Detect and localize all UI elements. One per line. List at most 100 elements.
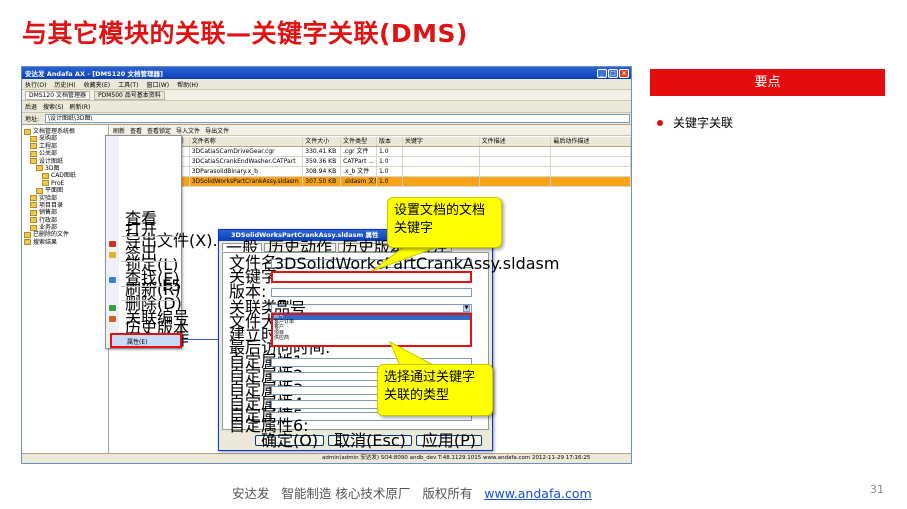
tree-node[interactable]: ProE [24, 180, 106, 187]
table-row[interactable]: ▤ 1 3DCatiaSCamDriveGear.cgr 330.41 KB .… [110, 147, 631, 157]
properties-dialog: 3DSolidWorksPartCrankAssy.sldasm 属性 一般 历… [218, 229, 559, 451]
chevron-down-icon[interactable]: ▼ [463, 305, 470, 312]
close-icon[interactable]: × [619, 68, 629, 78]
tree-node[interactable]: 文档管理系统根 [24, 128, 106, 135]
table-row[interactable]: ▤ 1 3DParasolidBinary.x_b 308.94 KB .x_b… [110, 167, 631, 177]
tree-node[interactable]: 已删除的文件 [24, 231, 106, 238]
tree-node[interactable]: 实验部 [24, 195, 106, 202]
cell-size: 359.36 KB [303, 157, 342, 166]
minimize-icon[interactable]: _ [597, 68, 607, 78]
window-titlebar: 安达发 Andafa AX - [DMS120 文档管理器] _ □ × [22, 67, 631, 79]
doc-tabbar: DMS120 文档管理器 PDM500 品号基本资料 [22, 90, 631, 101]
table-row[interactable]: ▤ 1 3DCatiaSCrankEndWasher.CATPart 359.3… [110, 157, 631, 167]
maximize-icon[interactable]: □ [608, 68, 618, 78]
page-number: 31 [870, 483, 884, 496]
refresh-button[interactable]: 刷新 [113, 126, 125, 135]
cell-type: .cgr 文件 [341, 147, 377, 156]
cell-size: 330.41 KB [303, 147, 342, 156]
column-header[interactable]: 文件名称 [190, 137, 304, 146]
menu-item[interactable]: 历史(H) [54, 80, 75, 89]
callout-keyword: 设置文档的文档关键字 [387, 197, 502, 248]
cell-type: .x_b 文件 [341, 167, 377, 176]
column-header[interactable]: 文件大小 [303, 137, 342, 146]
cell-name: 3DSolidWorksPartCrankAssy.sldasm [190, 177, 304, 186]
tree-node[interactable]: 采购部 [24, 135, 106, 142]
tab-dms120[interactable]: DMS120 文档管理器 [25, 90, 90, 100]
grid-header: 来源 动作 图标 修订号 文件名称 文件大小 文件类型 版本 关键字 文件描述 … [110, 137, 631, 147]
tree-node[interactable]: 搜索结果 [24, 239, 106, 246]
menu-item[interactable]: 收藏夹(E) [84, 80, 110, 89]
keyword-field[interactable] [271, 271, 472, 283]
cell-name: 3DCatiaSCrankEndWasher.CATPart [190, 157, 304, 166]
bullet-icon [657, 119, 663, 126]
address-label: 地址: [25, 116, 40, 123]
file-toolbar: 刷新 查看 查看锁定 导入文件 导出文件 [110, 125, 631, 136]
column-header[interactable]: 版本 [377, 137, 403, 146]
tree-node[interactable]: 行政部 [24, 217, 106, 224]
slide-title: 与其它模块的关联—关键字关联(DMS) [22, 19, 468, 48]
tree-node[interactable]: CAD图纸 [24, 172, 106, 179]
export-file-button[interactable]: 导出文件 [205, 126, 229, 135]
back-button[interactable]: 后退 [25, 102, 37, 111]
tab-pdm500[interactable]: PDM500 品号基本资料 [93, 90, 165, 100]
menu-properties-label: 属性(E) [127, 339, 148, 346]
tree-node[interactable]: 工程部 [24, 143, 106, 150]
ok-button[interactable]: 确定(O) [255, 433, 325, 449]
cell-type: CATPart ... [341, 157, 377, 166]
cell-size: 307.50 KB [303, 177, 342, 186]
cell-name: 3DCatiaSCamDriveGear.cgr [190, 147, 304, 156]
lock-icon [109, 252, 116, 258]
column-header[interactable]: 关键字 [403, 137, 480, 146]
menu-item[interactable]: 执行(O) [25, 80, 46, 89]
menu-item[interactable]: 工具(T) [118, 80, 138, 89]
view-lock-button[interactable]: 查看锁定 [147, 126, 171, 135]
key-points-header: 要点 [650, 69, 885, 96]
column-header[interactable]: 最后动作描述 [551, 137, 631, 146]
refresh-button[interactable]: 刷新(R) [70, 102, 91, 111]
footer-copyright: 版权所有 [422, 486, 473, 501]
tree-node[interactable]: 公关部 [24, 150, 106, 157]
options-highlight [271, 313, 472, 347]
tree-node[interactable]: 销售部 [24, 209, 106, 216]
file-name-field[interactable]: 3DSolidWorksPartCrankAssy.sldasm [271, 256, 559, 272]
file-grid: 来源 动作 图标 修订号 文件名称 文件大小 文件类型 版本 关键字 文件描述 … [110, 137, 631, 187]
column-header[interactable]: 文件类型 [341, 137, 377, 146]
menu-properties[interactable]: 属性(E) [110, 333, 182, 348]
window-title: 安达发 Andafa AX - [DMS120 文档管理器] [25, 70, 164, 78]
menu-item[interactable]: 窗口(W) [146, 80, 169, 89]
tree-node[interactable]: 设计图纸 [24, 158, 106, 165]
cell-ver: 1.0 [377, 147, 403, 156]
apply-button[interactable]: 应用(P) [415, 433, 482, 449]
footer-link[interactable]: www.andafa.com [484, 486, 591, 501]
version-field[interactable] [271, 288, 472, 297]
address-bar: 地址: \设计图纸\3D图\ [22, 113, 631, 125]
menu-bar: 执行(O) 历史(H) 收藏夹(E) 工具(T) 窗口(W) 帮助(H) [22, 79, 631, 90]
cancel-button[interactable]: 取消(Esc) [328, 433, 412, 449]
status-bar: admin(admin 安达发) SO4:8090 andb_dev T:48.… [22, 453, 631, 463]
footer-company: 安达发 [232, 486, 270, 501]
relation-type-select[interactable]: 品号 ▼ [271, 301, 472, 317]
link-icon [109, 305, 116, 311]
callout-relation-type: 选择通过关键字关联的类型 [377, 364, 493, 416]
column-header[interactable]: 文件描述 [480, 137, 552, 146]
nav-toolbar: 后退 搜索(S) 刷新(R) [22, 101, 631, 113]
checkout-icon [109, 241, 116, 247]
menu-item[interactable]: 帮助(H) [177, 80, 198, 89]
view-button[interactable]: 查看 [130, 126, 142, 135]
cell-type: .sldasm 文件 [343, 177, 377, 186]
import-file-button[interactable]: 导入文件 [176, 126, 200, 135]
search-button[interactable]: 搜索(S) [43, 102, 64, 111]
history-icon [109, 316, 116, 322]
cell-name: 3DParasolidBinary.x_b [190, 167, 304, 176]
address-input[interactable]: \设计图纸\3D图\ [45, 114, 631, 123]
key-point-text: 关键字关联 [673, 116, 734, 130]
footer-slogan: 智能制造 核心技术原厂 [281, 486, 411, 501]
table-row-selected[interactable]: ▤ 1 3DSolidWorksPartCrankAssy.sldasm 307… [110, 177, 631, 187]
cell-ver: 1.0 [377, 177, 403, 186]
field-label: 版本: [229, 282, 267, 301]
tree-node[interactable]: 平面图 [24, 187, 106, 194]
dialog-tab-history-action[interactable]: 历史动作 [264, 240, 337, 256]
dialog-tab-general[interactable]: 一般 [222, 240, 263, 256]
tree-node[interactable]: 项目目录 [24, 202, 106, 209]
footer: 安达发 智能制造 核心技术原厂 版权所有 www.andafa.com [232, 483, 592, 502]
